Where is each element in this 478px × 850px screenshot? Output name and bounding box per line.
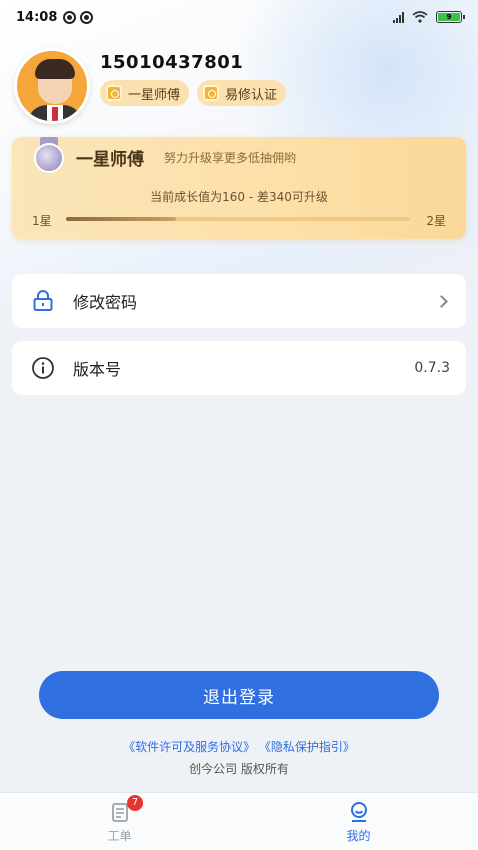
level-progress-text: 当前成长值为160 - 差340可升级 [150, 190, 328, 204]
logout-button[interactable]: 退出登录 [39, 671, 439, 719]
user-phone: 15010437801 [100, 52, 244, 73]
privacy-policy-link[interactable]: 《隐私保护指引》 [259, 740, 355, 754]
version-value: 0.7.3 [414, 360, 450, 376]
level-subtitle: 努力升级享更多低抽佣哟 [164, 151, 297, 165]
battery-icon: 9 [436, 11, 465, 23]
copyright-text: 创今公司 版权所有 [189, 762, 289, 776]
change-password-item[interactable]: 修改密码 [12, 274, 466, 328]
badge-level: 一星师傅 [100, 80, 190, 106]
badge-level-label: 一星师傅 [128, 87, 181, 103]
chevron-right-icon [435, 294, 448, 308]
level-card[interactable]: 一星师傅 努力升级享更多低抽佣哟 当前成长值为160 - 差340可升级 1星 … [12, 137, 466, 239]
status-time: 14:08 [16, 9, 58, 25]
level-to-label: 2星 [426, 214, 446, 228]
avatar[interactable] [14, 48, 90, 124]
level-progress-bar [66, 217, 410, 221]
nav-mine-label: 我的 [346, 829, 371, 843]
nav-mine[interactable]: 我的 [239, 793, 478, 850]
status-bar: 14:08 9 [0, 0, 478, 34]
battery-level: 9 [438, 13, 460, 21]
level-progress-fill [66, 217, 177, 221]
version-item[interactable]: 版本号 0.7.3 [12, 341, 466, 395]
profile-icon [350, 802, 367, 822]
version-label: 版本号 [73, 360, 122, 379]
signal-icon [393, 11, 404, 23]
bottom-nav: 7 工单 我的 [0, 792, 478, 850]
badge-certified-label: 易修认证 [225, 87, 278, 103]
wifi-icon [412, 11, 428, 23]
badge-certified: 易修认证 [197, 80, 287, 106]
profile-header: 15010437801 一星师傅 易修认证 [14, 48, 287, 124]
lock-icon [30, 288, 56, 314]
badge-cert-icon [203, 85, 220, 101]
badge-star-icon [106, 85, 122, 101]
medal-icon [34, 137, 64, 173]
agreement-links: 《软件许可及服务协议》 《隐私保护指引》 [0, 738, 478, 755]
level-from-label: 1星 [32, 214, 52, 228]
change-password-label: 修改密码 [73, 293, 138, 312]
notification-icon-2 [80, 10, 94, 24]
level-title: 一星师傅 [76, 150, 144, 170]
nav-work-orders-label: 工单 [107, 829, 132, 843]
nav-work-orders[interactable]: 7 工单 [0, 793, 239, 850]
work-order-count-badge: 7 [127, 795, 143, 811]
notification-icon [63, 10, 77, 24]
info-icon [30, 355, 56, 381]
license-agreement-link[interactable]: 《软件许可及服务协议》 [123, 740, 255, 754]
